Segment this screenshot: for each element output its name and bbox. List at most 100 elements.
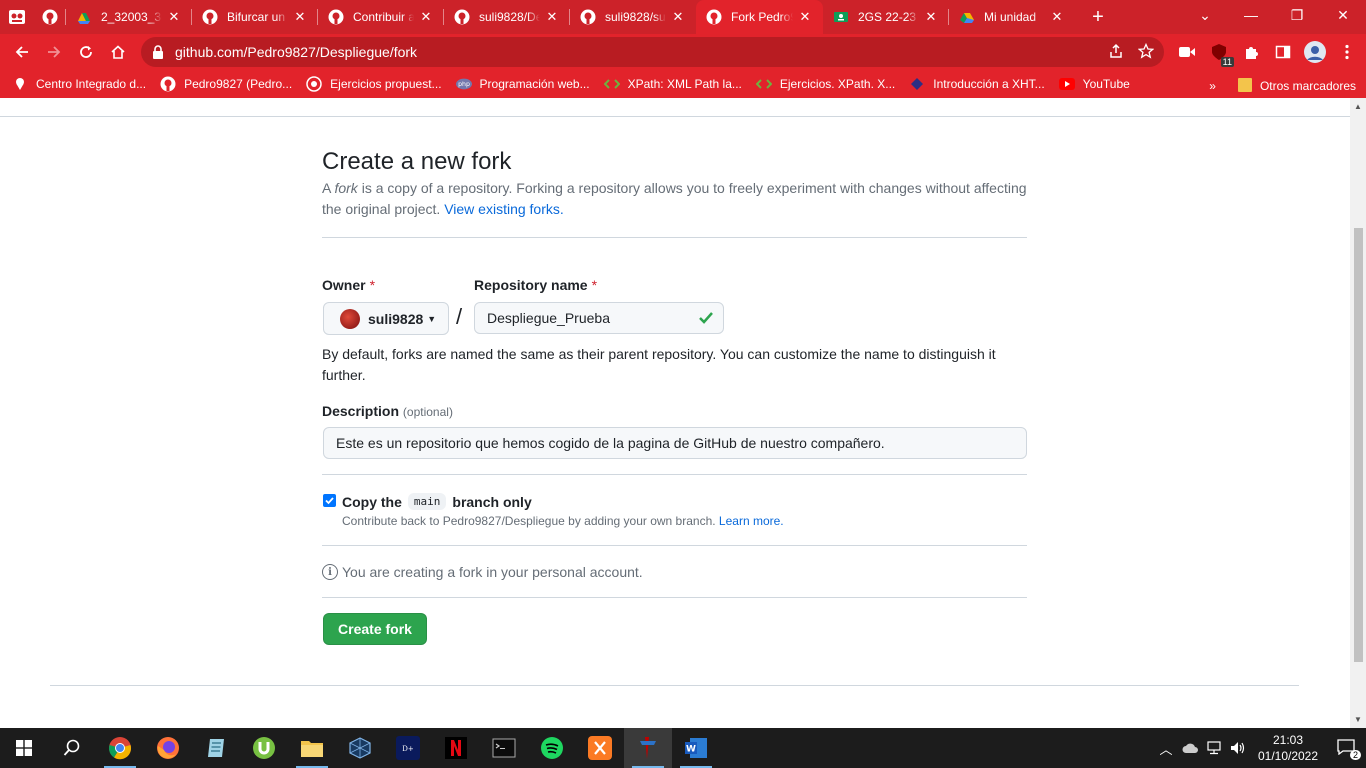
reload-button[interactable]	[70, 36, 102, 68]
utorrent-icon	[253, 737, 275, 759]
taskbar-notepad[interactable]	[192, 728, 240, 768]
copy-main-branch-checkbox[interactable]	[323, 494, 336, 507]
menu-kebab-icon[interactable]	[1336, 41, 1358, 63]
extensions-puzzle-icon[interactable]	[1240, 41, 1262, 63]
tab-active[interactable]: Fork Pedro9 ✕	[696, 0, 823, 34]
bookmark-item[interactable]: Centro Integrado d...	[12, 76, 146, 92]
home-button[interactable]	[102, 36, 134, 68]
word-icon: W	[685, 738, 707, 758]
extension-ublock-icon[interactable]: 11	[1208, 41, 1234, 67]
close-icon[interactable]: ✕	[166, 9, 182, 25]
scrollbar-thumb[interactable]	[1354, 228, 1363, 662]
description-input[interactable]: Este es un repositorio que hemos cogido …	[323, 427, 1027, 459]
fork-name-help: By default, forks are named the same as …	[322, 346, 996, 383]
taskbar-firefox[interactable]	[144, 728, 192, 768]
onedrive-cloud-icon[interactable]	[1178, 742, 1202, 754]
tab-7[interactable]: 2GS 22-23 ✕	[823, 0, 949, 34]
classroom-icon	[833, 9, 849, 25]
bookmark-item[interactable]: Introducción a XHT...	[909, 76, 1045, 92]
volume-icon[interactable]	[1226, 741, 1250, 755]
tab-1[interactable]: 2_32003_30 ✕	[66, 0, 192, 34]
taskbar-disney-plus[interactable]: D+	[384, 728, 432, 768]
forward-button[interactable]	[38, 36, 70, 68]
close-icon[interactable]: ✕	[544, 9, 560, 25]
taskbar-netflix[interactable]	[432, 728, 480, 768]
network-icon[interactable]	[1202, 741, 1226, 755]
checklist-icon	[306, 76, 322, 92]
folder-icon	[301, 741, 323, 757]
side-panel-icon[interactable]	[1272, 41, 1294, 63]
create-fork-button[interactable]: Create fork	[323, 613, 427, 645]
close-icon[interactable]: ✕	[797, 9, 813, 25]
taskbar-file-explorer[interactable]	[288, 728, 336, 768]
taskbar-xampp[interactable]	[576, 728, 624, 768]
bookmark-star-icon[interactable]	[1137, 42, 1155, 62]
bookmark-item[interactable]: Ejercicios propuest...	[306, 76, 442, 92]
start-button[interactable]	[0, 728, 48, 768]
bookmark-label: Ejercicios propuest...	[330, 77, 442, 91]
taskbar-utorrent[interactable]	[240, 728, 288, 768]
bookmark-item[interactable]: Pedro9827 (Pedro...	[160, 76, 292, 92]
tab-strip: 2_32003_30 ✕ Bifurcar un ✕ Contribuir a …	[0, 0, 1366, 34]
copy-main-branch-label[interactable]: Copy the main branch only	[342, 493, 532, 510]
address-bar[interactable]: github.com/Pedro9827/Despliegue/fork	[141, 37, 1164, 67]
new-tab-button[interactable]: +	[1085, 4, 1111, 30]
close-icon[interactable]: ✕	[292, 9, 308, 25]
owner-dropdown[interactable]: suli9828 ▼	[323, 302, 449, 335]
tab-title: 2GS 22-23	[858, 10, 917, 24]
bookmark-item[interactable]: Ejercicios. XPath. X...	[755, 76, 895, 92]
clock[interactable]: 21:03 01/10/2022	[1250, 732, 1326, 764]
tab-2[interactable]: Bifurcar un ✕	[192, 0, 318, 34]
view-existing-forks-link[interactable]: View existing forks.	[444, 201, 564, 217]
close-icon[interactable]: ✕	[1049, 9, 1065, 25]
page-scrollbar[interactable]: ▲ ▼	[1350, 98, 1366, 728]
tab-5[interactable]: suli9828/su ✕	[570, 0, 696, 34]
taskbar-word[interactable]: W	[672, 728, 720, 768]
taskbar-virtualbox[interactable]	[336, 728, 384, 768]
checkmark-icon	[325, 497, 334, 505]
tab-4[interactable]: suli9828/De ✕	[444, 0, 570, 34]
taskbar-spotify[interactable]	[528, 728, 576, 768]
extension-video-icon[interactable]	[1176, 41, 1198, 63]
lock-icon[interactable]	[141, 45, 175, 59]
home-icon	[111, 45, 125, 59]
spotify-icon	[541, 737, 563, 759]
taskbar-chrome[interactable]	[96, 728, 144, 768]
close-icon[interactable]: ✕	[418, 9, 434, 25]
more-bookmarks-chevron-icon[interactable]: »	[1209, 79, 1216, 93]
profile-avatar-icon[interactable]	[1304, 41, 1326, 63]
bookmark-label: Introducción a XHT...	[933, 77, 1045, 91]
tab-search-icon[interactable]	[0, 0, 34, 34]
tab-3[interactable]: Contribuir a ✕	[318, 0, 444, 34]
tab-8[interactable]: Mi unidad ✕	[949, 0, 1075, 34]
taskbar-filezilla[interactable]	[624, 728, 672, 768]
header-divider	[0, 116, 1350, 117]
scroll-down-icon[interactable]: ▼	[1354, 715, 1362, 724]
copy-label-prefix: Copy the	[342, 493, 402, 510]
close-icon[interactable]: ✕	[923, 9, 939, 25]
taskbar-terminal[interactable]	[480, 728, 528, 768]
notification-center-button[interactable]: 2	[1326, 738, 1366, 760]
drive-file-icon	[76, 9, 92, 25]
share-icon[interactable]	[1108, 43, 1124, 62]
youtube-icon	[1058, 76, 1075, 92]
tray-chevron-up-icon[interactable]: ︿	[1154, 739, 1178, 758]
learn-more-link[interactable]: Learn more.	[719, 514, 784, 528]
avatar	[340, 308, 360, 329]
bookmark-item[interactable]: YouTube	[1058, 76, 1130, 92]
pinned-tab-github[interactable]	[34, 0, 66, 34]
other-bookmarks[interactable]: Otros marcadores	[1260, 79, 1356, 93]
minimize-button[interactable]: —	[1228, 0, 1274, 30]
optional-note: (optional)	[402, 405, 453, 419]
search-button[interactable]	[48, 728, 96, 768]
tab-search-chevron-icon[interactable]: ⌄	[1182, 0, 1228, 30]
close-icon[interactable]: ✕	[670, 9, 686, 25]
close-window-button[interactable]: ✕	[1320, 0, 1366, 30]
scroll-up-icon[interactable]: ▲	[1354, 102, 1362, 111]
bookmark-item[interactable]: XPath: XML Path la...	[603, 76, 742, 92]
bookmark-item[interactable]: php Programación web...	[455, 76, 590, 92]
back-button[interactable]	[6, 36, 38, 68]
repository-name-input[interactable]: Despliegue_Prueba	[474, 302, 724, 334]
restore-button[interactable]: ❐	[1274, 0, 1320, 30]
description-label-text: Description	[322, 403, 400, 419]
